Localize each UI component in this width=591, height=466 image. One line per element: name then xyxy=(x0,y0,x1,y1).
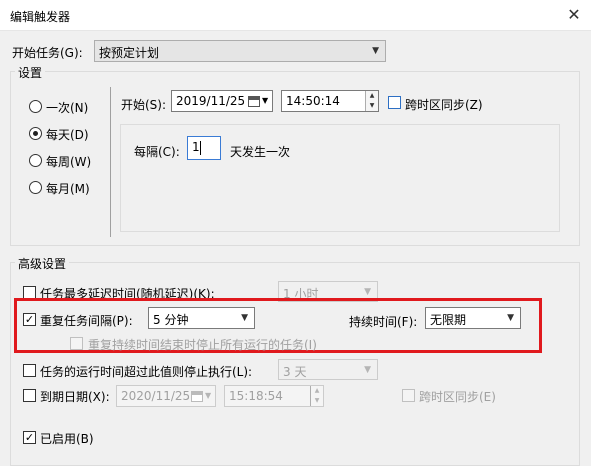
settings-divider xyxy=(110,87,111,237)
time-spinner[interactable]: ▲ ▼ xyxy=(310,386,323,406)
spin-down-icon[interactable]: ▼ xyxy=(366,101,378,111)
recur-label: 每隔(C): xyxy=(134,145,180,159)
stop-longer-select[interactable]: 3 天 ▼ xyxy=(278,359,378,380)
radio-weekly[interactable] xyxy=(29,154,42,167)
repeat-interval-select[interactable]: 5 分钟 ▼ xyxy=(148,307,255,329)
begin-task-value: 按预定计划 xyxy=(99,46,160,60)
expire-checkbox[interactable] xyxy=(23,389,36,402)
recur-suffix: 天发生一次 xyxy=(230,145,291,159)
duration-value: 无限期 xyxy=(430,313,467,327)
start-time-field[interactable]: 14:50:14 ▲ ▼ xyxy=(281,90,379,112)
chevron-down-icon: ▼ xyxy=(364,287,371,297)
enabled-label: 已启用(B) xyxy=(40,432,94,446)
begin-task-select[interactable]: 按预定计划 ▼ xyxy=(94,40,386,62)
stop-longer-value: 3 天 xyxy=(283,365,307,379)
settings-group-label: 设置 xyxy=(15,64,46,81)
text-caret xyxy=(200,141,201,155)
repeat-label: 重复任务间隔(P): xyxy=(40,314,133,328)
stop-longer-checkbox[interactable] xyxy=(23,364,36,377)
calendar-icon[interactable] xyxy=(191,391,203,402)
enabled-checkbox[interactable]: ✓ xyxy=(23,431,36,444)
stop-longer-label: 任务的运行时间超过此值则停止执行(L): xyxy=(40,365,253,379)
close-icon[interactable]: ✕ xyxy=(561,3,587,27)
radio-once-label: 一次(N) xyxy=(46,101,89,115)
radio-monthly[interactable] xyxy=(29,181,42,194)
radio-daily[interactable] xyxy=(29,127,42,140)
chevron-down-icon: ▼ xyxy=(507,313,514,323)
spin-down-icon[interactable]: ▼ xyxy=(311,396,323,406)
repeat-interval-value: 5 分钟 xyxy=(153,313,189,327)
chevron-down-icon[interactable]: ▼ xyxy=(205,391,211,400)
sync-timezones-checkbox[interactable] xyxy=(388,96,401,109)
recur-value: 1 xyxy=(192,140,200,154)
radio-daily-label: 每天(D) xyxy=(46,128,89,142)
time-spinner[interactable]: ▲ ▼ xyxy=(365,91,378,111)
chevron-down-icon[interactable]: ▼ xyxy=(262,96,268,105)
check-icon: ✓ xyxy=(24,313,35,326)
advanced-group-label: 高级设置 xyxy=(15,255,70,272)
radio-once[interactable] xyxy=(29,100,42,113)
expire-sync-label: 跨时区同步(E) xyxy=(419,390,496,404)
start-time-value: 14:50:14 xyxy=(286,94,340,108)
chevron-down-icon: ▼ xyxy=(364,365,371,375)
spin-up-icon[interactable]: ▲ xyxy=(366,91,378,101)
expire-date-field[interactable]: 2020/11/25 ▼ xyxy=(116,385,216,407)
start-label: 开始(S): xyxy=(121,98,167,112)
chevron-down-icon: ▼ xyxy=(241,313,248,323)
expire-sync-checkbox[interactable] xyxy=(402,389,415,402)
start-date-field[interactable]: 2019/11/25 ▼ xyxy=(171,90,273,112)
expire-label: 到期日期(X): xyxy=(40,390,110,404)
duration-select[interactable]: 无限期 ▼ xyxy=(425,307,521,329)
calendar-icon[interactable] xyxy=(248,96,260,107)
title-bar xyxy=(0,0,591,31)
chevron-down-icon: ▼ xyxy=(372,46,379,56)
recur-box xyxy=(120,124,560,232)
repeat-checkbox[interactable]: ✓ xyxy=(23,313,36,326)
start-date-value: 2019/11/25 xyxy=(176,94,246,108)
sync-timezones-label: 跨时区同步(Z) xyxy=(405,98,483,112)
expire-time-field[interactable]: 15:18:54 ▲ ▼ xyxy=(224,385,324,407)
window-title: 编辑触发器 xyxy=(10,10,71,24)
recur-input[interactable]: 1 xyxy=(187,136,221,160)
spin-up-icon[interactable]: ▲ xyxy=(311,386,323,396)
radio-weekly-label: 每周(W) xyxy=(46,155,92,169)
check-icon: ✓ xyxy=(24,431,35,444)
expire-time-value: 15:18:54 xyxy=(229,389,283,403)
radio-monthly-label: 每月(M) xyxy=(46,182,90,196)
stop-all-checkbox[interactable] xyxy=(70,337,83,350)
duration-label: 持续时间(F): xyxy=(349,315,418,329)
stop-all-label: 重复持续时间结束时停止所有运行的任务(I) xyxy=(88,338,317,352)
begin-task-label: 开始任务(G): xyxy=(12,46,83,60)
expire-date-value: 2020/11/25 xyxy=(121,389,191,403)
